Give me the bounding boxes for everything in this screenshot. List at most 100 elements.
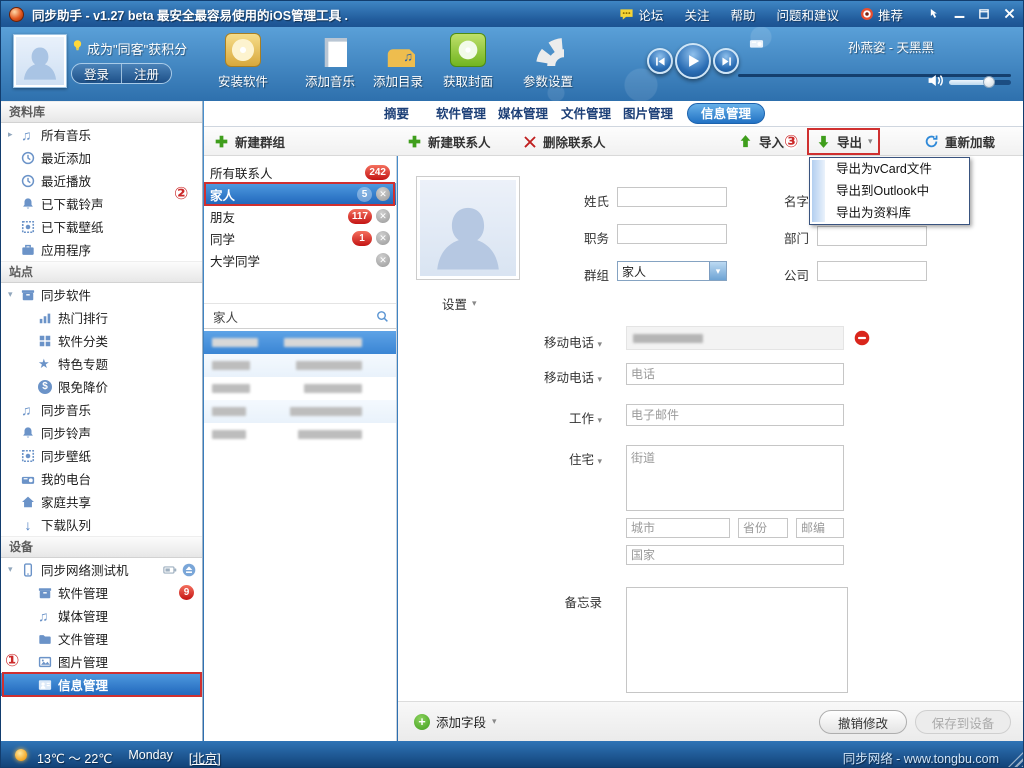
save-to-device-button[interactable]: 保存到设备	[915, 710, 1011, 734]
feedback-link[interactable]: 问题和建议	[776, 5, 839, 24]
street-field[interactable]	[626, 445, 844, 511]
register-button[interactable]: 注册	[122, 64, 171, 83]
group-close-icon[interactable]: ✕	[376, 187, 390, 201]
import-button[interactable]: 导入	[738, 127, 784, 156]
get-cover-button[interactable]: 获取封面	[434, 33, 502, 90]
contact-row[interactable]	[204, 400, 396, 423]
settings-button[interactable]: 参数设置	[514, 33, 582, 90]
work-email-field[interactable]	[626, 404, 844, 426]
memo-field[interactable]	[626, 587, 848, 693]
help-link[interactable]: 帮助	[730, 5, 755, 24]
tab-info-management[interactable]: 信息管理	[687, 103, 765, 124]
group-row-classmates[interactable]: 同学 1 ✕	[204, 227, 396, 249]
country-field[interactable]	[626, 545, 844, 565]
zip-field[interactable]	[796, 518, 844, 538]
sidebar-item-sync-wallpapers[interactable]: 同步壁纸	[1, 444, 202, 467]
sidebar-item-downloaded-wallpapers[interactable]: 已下载壁纸	[1, 215, 202, 238]
company-field[interactable]	[817, 261, 927, 281]
contact-photo[interactable]	[416, 176, 520, 280]
volume-slider[interactable]	[949, 80, 1011, 85]
group-select[interactable]: 家人 ▾	[617, 261, 727, 281]
sidebar-item-price-drops[interactable]: $ 限免降价	[1, 375, 202, 398]
group-close-icon[interactable]: ✕	[376, 209, 390, 223]
search-input[interactable]	[211, 308, 376, 324]
sidebar-item-sync-ringtones[interactable]: 同步铃声	[1, 421, 202, 444]
tab-files[interactable]: 文件管理	[561, 101, 611, 127]
menu-item-export-library[interactable]: 导出为资料库	[810, 202, 969, 224]
reload-button[interactable]: 重新加载	[924, 127, 995, 156]
search-icon[interactable]	[376, 309, 389, 324]
recommend-link[interactable]: 推荐	[860, 5, 903, 24]
dept-field[interactable]	[817, 226, 927, 246]
new-group-button[interactable]: 新建群组	[214, 127, 285, 156]
tree-open-icon[interactable]: ▾	[8, 290, 13, 299]
sidebar-item-software-categories[interactable]: 软件分类	[1, 329, 202, 352]
group-row-family[interactable]: 家人 5 ✕	[204, 183, 396, 205]
song-progress-bar[interactable]	[738, 74, 1011, 77]
sidebar-item-my-radio[interactable]: 我的电台	[1, 467, 202, 490]
sidebar-item-sync-software[interactable]: ▾ 同步软件	[1, 283, 202, 306]
group-close-icon[interactable]: ✕	[376, 253, 390, 267]
next-track-button[interactable]	[713, 48, 739, 74]
add-music-button[interactable]: 添加音乐	[296, 33, 364, 90]
install-software-button[interactable]: 安装软件	[209, 33, 277, 90]
maximize-button[interactable]	[976, 6, 992, 21]
follow-link[interactable]: 关注	[684, 5, 709, 24]
contact-row[interactable]	[204, 423, 396, 446]
remove-field-icon[interactable]	[854, 330, 870, 346]
tree-closed-icon[interactable]: ▸	[8, 130, 13, 139]
tab-software[interactable]: 软件管理	[436, 101, 486, 127]
sidebar-item-photo-management[interactable]: 图片管理	[1, 650, 202, 673]
sidebar-item-sync-music[interactable]: ♫ 同步音乐	[1, 398, 202, 421]
eject-icon[interactable]	[182, 563, 196, 577]
tab-media[interactable]: 媒体管理	[498, 101, 548, 127]
volume-knob[interactable]	[983, 76, 995, 88]
group-row-college-classmates[interactable]: 大学同学 ✕	[204, 249, 396, 271]
delete-contact-button[interactable]: 删除联系人	[523, 127, 606, 156]
user-avatar[interactable]	[13, 34, 67, 88]
last-name-field[interactable]	[617, 187, 727, 207]
sidebar-item-downloaded-ringtones[interactable]: 已下载铃声	[1, 192, 202, 215]
contact-row[interactable]	[204, 354, 396, 377]
group-row-all-contacts[interactable]: 所有联系人 242	[204, 161, 396, 183]
sidebar-item-applications[interactable]: 应用程序	[1, 238, 202, 261]
tab-summary[interactable]: 摘要	[384, 101, 409, 127]
menu-item-export-outlook[interactable]: 导出到Outlook中	[810, 180, 969, 202]
export-button[interactable]: 导出 ▾	[816, 127, 873, 156]
sidebar-item-software-management[interactable]: 软件管理 9	[1, 581, 202, 604]
login-button[interactable]: 登录	[72, 64, 121, 83]
tree-open-icon[interactable]: ▾	[8, 565, 13, 574]
group-close-icon[interactable]: ✕	[376, 231, 390, 245]
mobile2-field[interactable]	[626, 363, 844, 385]
sidebar-item-device[interactable]: ▾ 同步网络测试机	[1, 558, 202, 581]
contact-row-selected[interactable]	[204, 331, 396, 354]
minimize-button[interactable]	[951, 6, 967, 21]
sidebar-item-info-management[interactable]: 信息管理	[1, 673, 202, 696]
undo-changes-button[interactable]: 撤销修改	[819, 710, 907, 734]
website-link[interactable]: 同步网络 - www.tongbu.com	[843, 748, 999, 767]
sidebar-item-featured-topics[interactable]: ★ 特色专题	[1, 352, 202, 375]
tab-photos[interactable]: 图片管理	[623, 101, 673, 127]
photo-settings-button[interactable]: 设置 ▾	[442, 294, 477, 313]
new-contact-button[interactable]: 新建联系人	[407, 127, 491, 156]
sidebar-item-recently-added[interactable]: 最近添加	[1, 146, 202, 169]
mobile1-field[interactable]	[626, 326, 844, 350]
forum-link[interactable]: 论坛	[619, 5, 663, 24]
sidebar-item-media-management[interactable]: ♫ 媒体管理	[1, 604, 202, 627]
city-link[interactable]: [北京]	[189, 748, 221, 767]
sidebar-item-home-sharing[interactable]: 家庭共享	[1, 490, 202, 513]
sidebar-item-download-queue[interactable]: ↓ 下载队列	[1, 513, 202, 536]
job-field[interactable]	[617, 224, 727, 244]
sidebar-item-top-rank[interactable]: 热门排行	[1, 306, 202, 329]
close-button[interactable]	[1001, 6, 1017, 21]
add-folder-button[interactable]: ♫ 添加目录	[364, 33, 432, 90]
sidebar-item-file-management[interactable]: 文件管理	[1, 627, 202, 650]
menu-item-export-vcard[interactable]: 导出为vCard文件	[810, 158, 969, 180]
group-row-friends[interactable]: 朋友 117 ✕	[204, 205, 396, 227]
pin-pointer-button[interactable]	[926, 6, 942, 21]
previous-track-button[interactable]	[647, 48, 673, 74]
sidebar-item-all-music[interactable]: ▸ ♫ 所有音乐	[1, 123, 202, 146]
add-field-button[interactable]: + 添加字段 ▾	[414, 712, 497, 731]
resize-grip[interactable]	[1008, 752, 1023, 767]
play-button[interactable]	[675, 43, 711, 79]
